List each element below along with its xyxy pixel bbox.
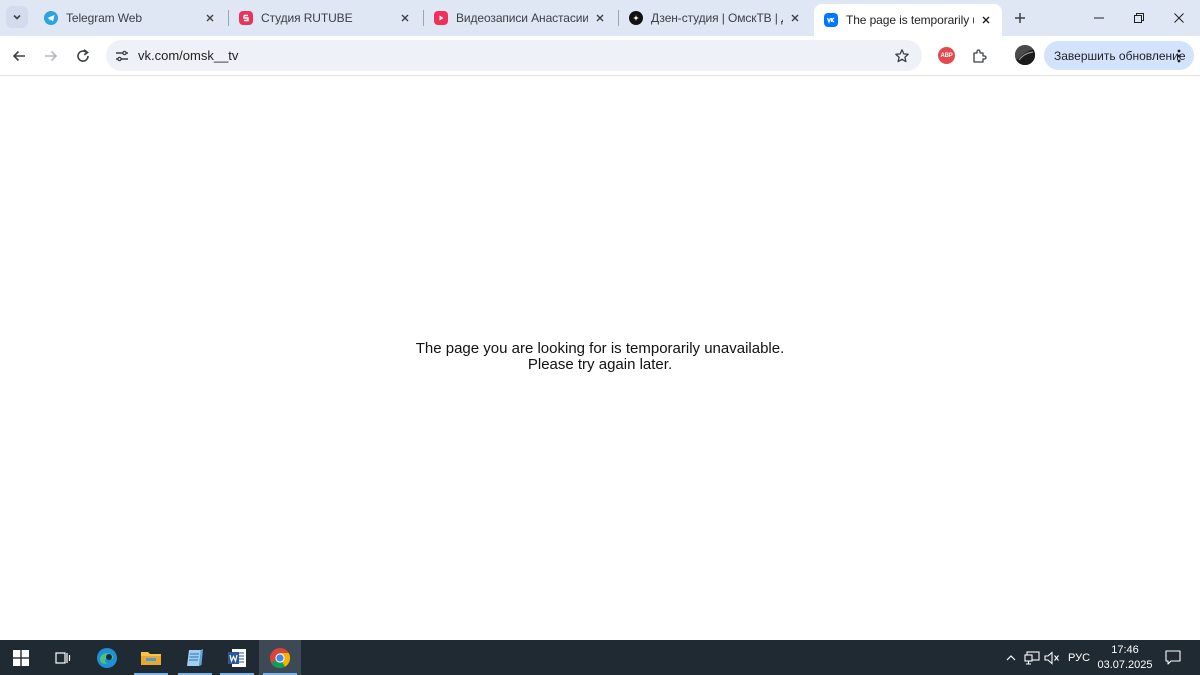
dzen-icon xyxy=(629,11,643,25)
site-info-icon[interactable] xyxy=(113,47,131,65)
close-tab-icon[interactable] xyxy=(397,10,413,26)
chrome-icon xyxy=(270,647,291,668)
clock-time: 17:46 xyxy=(1111,644,1139,656)
tray-language[interactable]: РУС xyxy=(1064,640,1094,675)
adblock-extension-icon[interactable]: ABP xyxy=(938,47,955,64)
tray-network[interactable] xyxy=(1022,640,1042,675)
bookmark-star-icon[interactable] xyxy=(892,46,912,66)
close-window-button[interactable] xyxy=(1159,4,1199,32)
tray-notifications[interactable] xyxy=(1160,640,1186,675)
address-text[interactable]: vk.com/omsk__tv xyxy=(138,48,238,63)
telegram-icon xyxy=(44,11,58,25)
taskbar-word[interactable] xyxy=(216,640,258,675)
tray-show-hidden-button[interactable] xyxy=(1002,640,1020,675)
forward-button[interactable] xyxy=(39,44,63,68)
close-icon xyxy=(1174,13,1184,23)
taskbar-notepad[interactable] xyxy=(174,640,216,675)
close-tab-icon[interactable] xyxy=(978,12,994,28)
tab-title: Студия RUTUBE xyxy=(261,11,353,25)
rutube-icon xyxy=(239,11,253,25)
tab-video[interactable]: Видеозаписи Анастасии Са xyxy=(424,4,616,32)
error-message-line1: The page you are looking for is temporar… xyxy=(415,340,785,357)
avatar-image-icon xyxy=(1015,45,1035,65)
minimize-button[interactable] xyxy=(1079,4,1119,32)
notifications-icon xyxy=(1165,650,1181,665)
chevron-up-icon xyxy=(1006,654,1016,660)
start-button[interactable] xyxy=(0,640,42,675)
network-icon xyxy=(1024,650,1040,665)
restore-icon xyxy=(1134,13,1144,23)
taskbar-clock[interactable]: 17:46 03.07.2025 xyxy=(1096,643,1154,673)
more-menu-icon[interactable] xyxy=(1172,47,1186,65)
close-tab-icon[interactable] xyxy=(202,10,218,26)
folder-icon xyxy=(141,651,161,665)
tab-dzen[interactable]: Дзен-студия | ОмскТВ | Дзе xyxy=(619,4,811,32)
tab-title: Дзен-студия | ОмскТВ | Дзе xyxy=(651,11,783,25)
task-view-button[interactable] xyxy=(42,640,84,675)
tab-telegram[interactable]: Telegram Web xyxy=(34,4,226,32)
tab-title: Telegram Web xyxy=(66,11,142,25)
tab-search-button[interactable] xyxy=(6,6,28,28)
back-button[interactable] xyxy=(7,44,31,68)
tray-volume[interactable] xyxy=(1043,640,1061,675)
error-message: The page you are looking for is temporar… xyxy=(0,341,1200,373)
language-indicator: РУС xyxy=(1067,651,1091,664)
address-bar[interactable]: vk.com/omsk__tv xyxy=(106,40,922,71)
clock-date: 03.07.2025 xyxy=(1097,659,1153,671)
vk-icon xyxy=(824,13,838,27)
word-icon xyxy=(228,648,246,667)
taskbar-edge[interactable] xyxy=(86,640,128,675)
windows-taskbar: РУС 17:46 03.07.2025 xyxy=(0,640,1200,675)
taskbar-file-explorer[interactable] xyxy=(130,640,172,675)
finish-update-button[interactable]: Завершить обновление xyxy=(1044,41,1194,70)
arrow-right-icon xyxy=(45,50,58,62)
task-view-icon xyxy=(55,651,71,664)
tab-title: Видеозаписи Анастасии Са xyxy=(456,11,588,25)
close-tab-icon[interactable] xyxy=(592,10,608,26)
minimize-icon xyxy=(1094,17,1104,19)
profile-avatar[interactable] xyxy=(1015,45,1035,65)
windows-logo-icon xyxy=(13,649,29,666)
page-content: The page you are looking for is temporar… xyxy=(0,77,1200,640)
reload-icon xyxy=(77,49,89,62)
plus-icon xyxy=(1015,13,1025,23)
reload-button[interactable] xyxy=(71,44,95,68)
notepad-icon xyxy=(187,648,203,666)
tab-rutube[interactable]: Студия RUTUBE xyxy=(229,4,421,32)
chevron-down-icon xyxy=(13,14,21,20)
arrow-left-icon xyxy=(12,50,25,62)
tab-strip: Telegram Web Студия RUTUBE Видеозаписи А… xyxy=(0,0,1200,36)
tab-vk-active[interactable]: The page is temporarily una xyxy=(814,4,1002,36)
new-tab-button[interactable] xyxy=(1010,8,1030,28)
tab-title: The page is temporarily una xyxy=(846,13,974,27)
close-tab-icon[interactable] xyxy=(787,10,803,26)
update-button-label: Завершить обновление xyxy=(1054,48,1186,63)
error-message-line2: Please try again later. xyxy=(527,356,673,373)
puzzle-icon xyxy=(973,49,987,63)
edge-icon xyxy=(97,647,117,668)
video-icon xyxy=(434,11,448,25)
extensions-button[interactable] xyxy=(967,44,991,68)
taskbar-chrome[interactable] xyxy=(259,640,301,675)
volume-muted-icon xyxy=(1044,650,1059,665)
restore-button[interactable] xyxy=(1119,4,1159,32)
